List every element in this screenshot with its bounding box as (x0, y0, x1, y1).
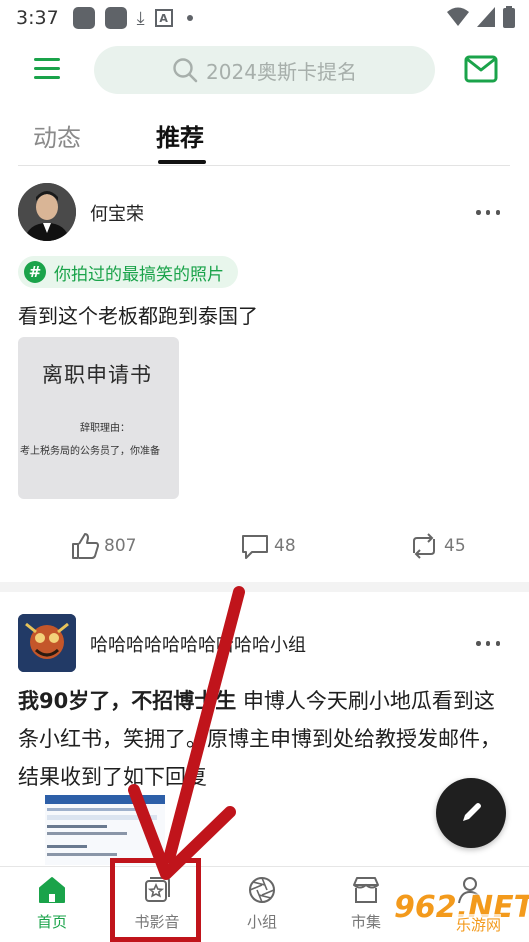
post-author[interactable]: 哈哈哈哈哈哈哈哈哈哈小组 (90, 631, 306, 657)
hashtag-icon: # (24, 261, 46, 283)
mail-button[interactable] (464, 55, 498, 83)
avatar-image (18, 183, 76, 241)
like-button[interactable]: 807 (70, 530, 136, 562)
annotation-highlight-box (110, 858, 201, 942)
email-screenshot-image (45, 795, 165, 865)
watermark-logo: 962.NET 乐游网 (392, 888, 529, 936)
mail-icon (464, 55, 498, 83)
comment-button[interactable]: 48 (240, 530, 296, 562)
battery-icon (503, 6, 515, 28)
notification-icon (104, 7, 127, 29)
image-text-line: 辞职理由： (80, 423, 130, 434)
topic-tag[interactable]: # 你拍过的最搞笑的照片 (18, 256, 238, 288)
menu-icon (34, 58, 60, 61)
signal-icon (477, 7, 495, 27)
avatar-image (18, 614, 76, 672)
notification-icon (72, 7, 95, 29)
post-image[interactable]: 离职申请书 辞职理由： 考上税务局的公务员了，你准备 (18, 337, 179, 499)
nav-label: 首页 (36, 913, 67, 931)
status-indicators (447, 6, 515, 28)
shop-icon (353, 877, 379, 903)
post-image[interactable] (45, 795, 165, 865)
wifi-icon (447, 7, 469, 26)
aperture-icon (249, 877, 275, 903)
compose-button[interactable] (436, 778, 506, 848)
status-time: 3:37 (16, 7, 59, 29)
repost-count: 45 (444, 536, 466, 556)
post-headline: 我90岁了，不招博士生 (18, 689, 237, 713)
menu-button[interactable] (34, 58, 60, 80)
repost-button[interactable]: 45 (408, 530, 466, 562)
repost-icon (413, 533, 435, 559)
like-count: 807 (104, 536, 137, 556)
download-icon: ⤓ (136, 7, 145, 29)
thumbs-up-icon (72, 533, 99, 559)
comment-icon (242, 535, 268, 559)
nav-home[interactable]: 首页 (12, 875, 92, 939)
search-bar[interactable]: 2024奥斯卡提名 (94, 46, 435, 94)
comment-count: 48 (274, 536, 296, 556)
avatar[interactable] (18, 183, 76, 241)
active-tab-indicator (158, 160, 206, 164)
nav-label: 小组 (246, 913, 277, 931)
more-options-icon[interactable] (476, 210, 500, 216)
post-text[interactable]: 看到这个老板都跑到泰国了 (18, 300, 258, 329)
post-author[interactable]: 何宝荣 (90, 200, 144, 226)
divider (18, 165, 510, 166)
tab-recommended[interactable]: 推荐 (156, 118, 204, 153)
image-text-title: 离职申请书 (42, 363, 152, 387)
nav-groups[interactable]: 小组 (222, 875, 302, 939)
section-separator (0, 582, 529, 592)
pencil-icon (463, 803, 481, 821)
topic-label: 你拍过的最搞笑的照片 (54, 264, 224, 285)
feed-tabs: 动态 推荐 (0, 110, 529, 166)
more-notifications-icon (186, 15, 193, 21)
home-icon (39, 877, 65, 903)
search-placeholder: 2024奥斯卡提名 (206, 59, 357, 84)
group-avatar[interactable] (18, 614, 76, 672)
image-text-line: 考上税务局的公务员了，你准备 (20, 446, 160, 457)
tab-following[interactable]: 动态 (33, 118, 81, 153)
app-notification-icon: A (154, 9, 173, 27)
watermark-subtext: 乐游网 (456, 914, 502, 935)
status-bar: 3:37 ⤓ A (0, 0, 529, 36)
more-options-icon[interactable] (476, 641, 500, 647)
search-icon (173, 58, 198, 83)
post-text[interactable]: 我90岁了，不招博士生 申博人今天刷小地瓜看到这条小红书，笑拥了。原博主申博到处… (18, 682, 508, 796)
nav-label: 市集 (350, 913, 381, 931)
